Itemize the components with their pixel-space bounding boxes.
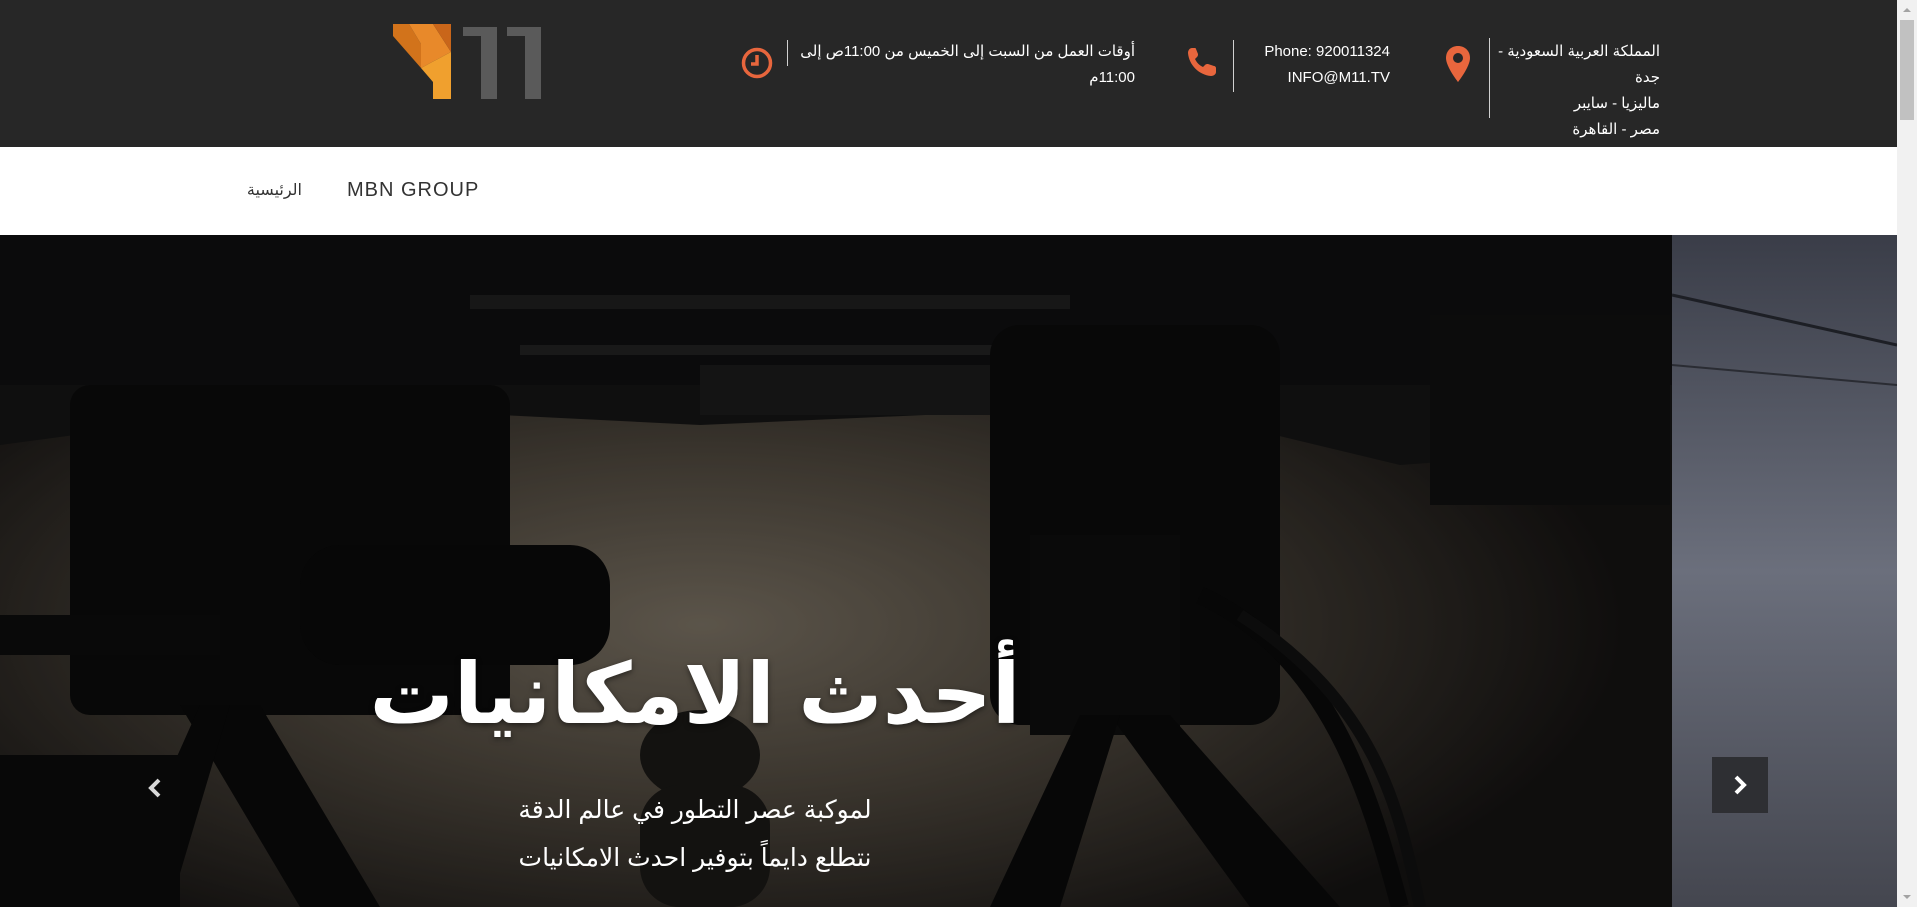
chevron-left-icon	[148, 778, 161, 798]
map-pin-icon	[1446, 46, 1470, 82]
location-line-malaysia: ماليزيا - سايبر	[1573, 95, 1660, 112]
divider	[1233, 40, 1234, 92]
top-header-bar: المملكة العربية السعودية - جدة ماليزيا -…	[0, 0, 1897, 147]
main-navigation: الرئيسية MBN GROUP	[0, 147, 1897, 235]
slide-title: أحدث الامكانيات	[369, 647, 1021, 741]
slide-subtitle-1: لموكبة عصر التطور في عالم الدقة	[518, 796, 872, 824]
scrollbar-thumb[interactable]	[1900, 20, 1914, 120]
slide-subtitle-2: نتطلع دايماً بتوفير احدث الامكانيات	[518, 844, 872, 872]
nav-item-home[interactable]: الرئيسية	[230, 180, 302, 200]
hero-slider: أحدث الامكانيات لموكبة عصر التطور في عال…	[0, 235, 1897, 907]
nav-item-mbn-group[interactable]: MBN GROUP	[347, 179, 479, 202]
working-hours: أوقات العمل من السبت إلى الخميس من 11:00…	[790, 39, 1135, 91]
slider-prev-button[interactable]	[140, 773, 170, 803]
scroll-down-arrow-icon[interactable]	[1901, 891, 1913, 903]
email-address[interactable]: INFO@M11.TV	[1236, 65, 1390, 91]
phone-icon	[1188, 48, 1216, 76]
clock-icon	[741, 47, 773, 79]
scroll-up-arrow-icon[interactable]	[1901, 4, 1913, 16]
slider-next-button[interactable]	[1712, 757, 1768, 813]
page-scrollbar[interactable]	[1897, 0, 1917, 907]
location-line-egypt: مصر - القاهرة	[1572, 121, 1660, 138]
location-info: المملكة العربية السعودية - جدة ماليزيا -…	[1490, 39, 1660, 143]
contact-info: Phone: 920011324 INFO@M11.TV	[1236, 39, 1390, 91]
chevron-right-icon	[1734, 775, 1747, 795]
working-hours-text: أوقات العمل من السبت إلى الخميس من 11:00…	[800, 43, 1135, 86]
divider	[787, 40, 788, 66]
m11-logo[interactable]	[393, 24, 557, 99]
location-line-ksa: المملكة العربية السعودية - جدة	[1498, 43, 1660, 86]
divider	[1489, 38, 1490, 118]
phone-number[interactable]: Phone: 920011324	[1236, 39, 1390, 65]
